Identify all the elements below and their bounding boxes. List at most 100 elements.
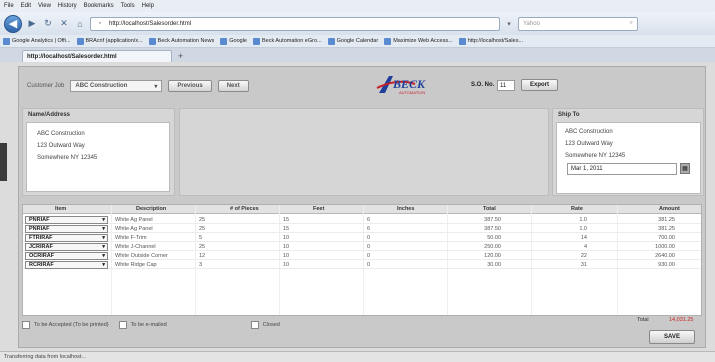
cell-total[interactable]: 387.50 [484, 226, 501, 232]
table-row[interactable]: PNRIAF ▾ White Ag Panel 25 15 6 387.50 1.0 381.2… [23, 225, 701, 233]
save-button[interactable]: SAVE [649, 330, 695, 344]
table-row[interactable]: PNRIAF ▾ White Ag Panel 25 15 6 387.50 1.0 381.2… [23, 216, 701, 224]
menu-bookmarks[interactable]: Bookmarks [84, 3, 114, 9]
cell-rate[interactable]: 1.0 [579, 226, 587, 232]
next-button[interactable]: Next [217, 80, 249, 92]
table-row[interactable]: FTRIRAF ▾ White F-Trim 5 10 0 50.00 14 700.00 [23, 234, 701, 242]
cell-rate[interactable]: 1.0 [579, 217, 587, 223]
cell-feet[interactable]: 10 [283, 244, 289, 250]
bookmark-item[interactable]: Google Calendar [327, 37, 378, 45]
cell-amount[interactable]: 700.00 [658, 235, 675, 241]
cell-feet[interactable]: 10 [283, 262, 289, 268]
cell-desc[interactable]: White Ag Panel [115, 217, 153, 223]
col-total[interactable]: Total [483, 206, 496, 212]
cell-inches[interactable]: 0 [367, 262, 370, 268]
new-tab-icon[interactable]: + [178, 51, 183, 61]
menu-history[interactable]: History [58, 3, 77, 9]
bookmark-item[interactable]: Maximize Web Access... [384, 37, 453, 45]
bookmark-item[interactable]: Beck Automation News [148, 37, 214, 45]
customer-select[interactable]: ABC Construction ▾ [70, 80, 163, 92]
cell-pieces[interactable]: 5 [199, 235, 202, 241]
col-description[interactable]: Description [136, 206, 166, 212]
cell-feet[interactable]: 10 [283, 235, 289, 241]
cell-rate[interactable]: 4 [584, 244, 587, 250]
cell-amount[interactable]: 381.25 [658, 217, 675, 223]
col-feet[interactable]: Feet [313, 206, 324, 212]
cell-desc[interactable]: White Ridge Cap [115, 262, 157, 268]
menu-file[interactable]: File [4, 3, 14, 9]
bookmark-item[interactable]: Beck Automation eGro... [252, 37, 322, 45]
cell-amount[interactable]: 381.25 [658, 226, 675, 232]
cell-inches[interactable]: 0 [367, 235, 370, 241]
ship-to-box[interactable]: ABC Construction 123 Outward Way Somewhe… [556, 122, 701, 194]
to-be-accepted-checkbox[interactable] [22, 321, 30, 329]
col-pieces[interactable]: # of Pieces [230, 206, 259, 212]
table-row[interactable]: RCRIRAF ▾ White Ridge Cap 3 10 0 30.00 31 930.00 [23, 261, 701, 269]
export-button[interactable]: Export [521, 79, 559, 91]
previous-button[interactable]: Previous [168, 80, 212, 92]
reload-button[interactable]: ↻ [42, 17, 54, 31]
table-row[interactable]: JCRIRAF ▾ White J-Channel 25 10 0 250.00 4 1000.… [23, 243, 701, 251]
menu-view[interactable]: View [38, 3, 51, 9]
closed-checkbox[interactable] [250, 321, 259, 329]
cell-rate[interactable]: 31 [581, 262, 587, 268]
cell-pieces[interactable]: 25 [199, 217, 205, 223]
cell-inches[interactable]: 6 [367, 226, 370, 232]
col-amount[interactable]: Amount [659, 206, 680, 212]
cell-feet[interactable]: 10 [283, 253, 289, 259]
back-button[interactable]: ◀ [4, 14, 22, 33]
cell-desc[interactable]: White J-Channel [115, 244, 156, 250]
cell-rate[interactable]: 22 [581, 253, 587, 259]
home-button[interactable]: ⌂ [74, 17, 86, 31]
stop-button[interactable]: ✕ [58, 17, 70, 31]
cell-inches[interactable]: 0 [367, 253, 370, 259]
cell-pieces[interactable]: 25 [199, 244, 205, 250]
search-input[interactable]: Yahoo ⌕ [518, 16, 638, 31]
bookmark-item[interactable]: BRAcnf (application/x... [76, 37, 143, 45]
bookmark-item[interactable]: http://localhost/Sales... [458, 37, 523, 45]
cell-total[interactable]: 30.00 [487, 262, 501, 268]
cell-feet[interactable]: 15 [283, 226, 289, 232]
cell-feet[interactable]: 15 [283, 217, 289, 223]
cell-pieces[interactable]: 25 [199, 226, 205, 232]
name-address-box[interactable]: ABC Construction 123 Outward Way Somewhe… [26, 122, 170, 192]
item-select[interactable]: PNRIAF ▾ [25, 225, 108, 233]
browser-tab[interactable]: http://localhost/Salesorder.html [22, 50, 172, 62]
cell-total[interactable]: 120.00 [484, 253, 501, 259]
cell-total[interactable]: 50.00 [487, 235, 501, 241]
col-inches[interactable]: Inches [397, 206, 414, 212]
bookmark-item[interactable]: Google Analytics | Offi... [3, 37, 71, 45]
item-select[interactable]: RCRIRAF ▾ [25, 261, 108, 269]
so-number-input[interactable]: 11 [497, 80, 515, 91]
cell-inches[interactable]: 0 [367, 244, 370, 250]
url-bar[interactable]: ▫ http://localhost/Salesorder.html [90, 16, 500, 31]
cell-amount[interactable]: 2640.00 [655, 253, 675, 259]
menu-tools[interactable]: Tools [121, 3, 135, 9]
cell-rate[interactable]: 14 [581, 235, 587, 241]
cell-pieces[interactable]: 3 [199, 262, 202, 268]
cell-total[interactable]: 387.50 [484, 217, 501, 223]
forward-button[interactable]: ▶ [26, 17, 38, 31]
cell-amount[interactable]: 1000.00 [655, 244, 675, 250]
menu-help[interactable]: Help [142, 3, 154, 9]
item-select[interactable]: JCRIRAF ▾ [25, 243, 108, 251]
menu-edit[interactable]: Edit [21, 3, 31, 9]
cell-desc[interactable]: White Ag Panel [115, 226, 153, 232]
calendar-icon[interactable]: ▦ [680, 163, 690, 174]
table-row[interactable]: OCRIRAF ▾ White Outside Corner 12 10 0 120.00 2… [23, 252, 701, 260]
search-icon[interactable]: ⌕ [630, 20, 633, 27]
url-dropdown-icon[interactable]: ▾ [504, 19, 514, 29]
cell-amount[interactable]: 930.00 [658, 262, 675, 268]
item-select[interactable]: FTRIRAF ▾ [25, 234, 108, 242]
col-item[interactable]: Item [55, 206, 66, 212]
cell-desc[interactable]: White F-Trim [115, 235, 147, 241]
col-rate[interactable]: Rate [571, 206, 583, 212]
cell-desc[interactable]: White Outside Corner [115, 253, 168, 259]
cell-inches[interactable]: 6 [367, 217, 370, 223]
to-be-emailed-checkbox[interactable] [118, 321, 127, 329]
date-input[interactable]: Mar 1, 2011 [567, 163, 677, 175]
item-select[interactable]: PNRIAF ▾ [25, 216, 108, 224]
item-select[interactable]: OCRIRAF ▾ [25, 252, 108, 260]
bookmark-item[interactable]: Google [220, 37, 247, 45]
cell-total[interactable]: 250.00 [484, 244, 501, 250]
